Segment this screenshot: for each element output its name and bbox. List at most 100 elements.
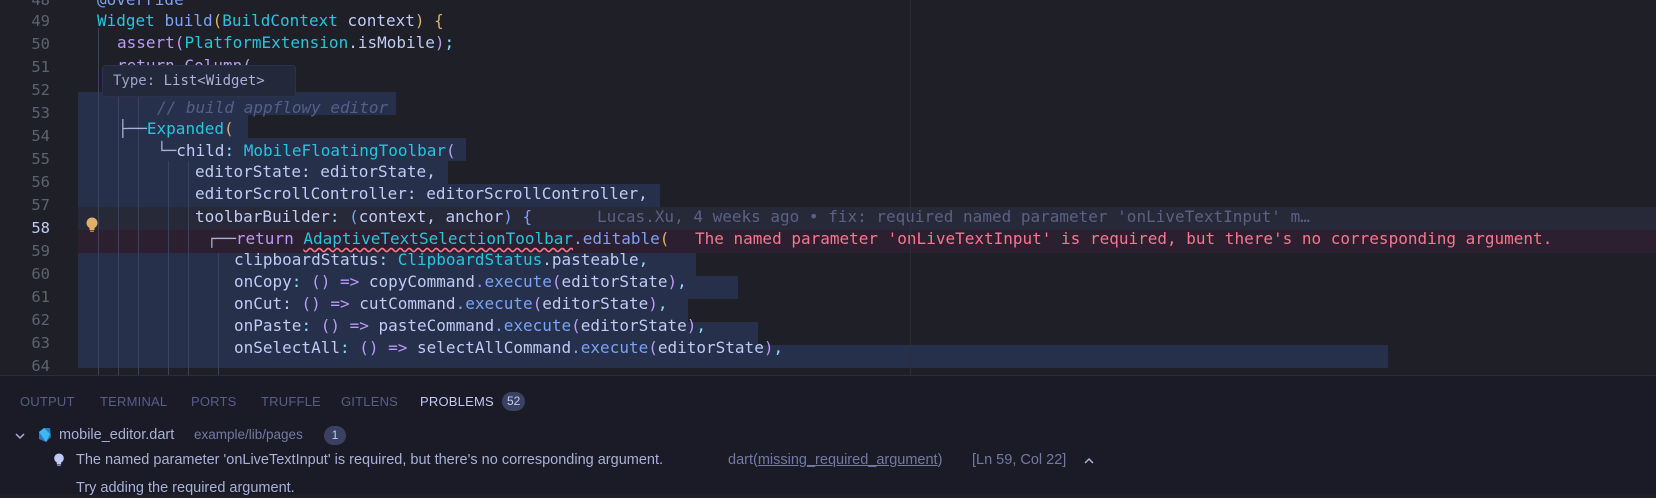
code-line-55[interactable]: └─child: MobileFloatingToolbar( <box>157 139 456 162</box>
code-token: () <box>359 338 379 357</box>
code-token: => <box>330 272 369 291</box>
code-token: editorState <box>657 338 764 357</box>
inline-error-message: The named parameter 'onLiveTextInput' is… <box>695 227 1552 250</box>
line-number: 53 <box>31 104 50 122</box>
code-token: .editable <box>573 229 660 248</box>
code-line-53[interactable]: // build appflowy editor <box>157 96 388 119</box>
code-token: ( <box>223 119 234 138</box>
line-number: 50 <box>31 35 50 53</box>
code-token: assert <box>117 33 175 52</box>
problems-count-badge: 52 <box>502 392 526 411</box>
indent-guide <box>188 161 189 375</box>
code-token: ) <box>686 316 697 335</box>
code-token: ( <box>174 33 185 52</box>
code-line-57[interactable]: editorScrollController: editorScrollCont… <box>195 182 648 205</box>
code-token: => <box>339 316 379 335</box>
code-text: @override <box>97 0 184 9</box>
code-token: => <box>320 294 360 313</box>
indent-guide <box>218 253 219 375</box>
code-token: : <box>301 316 321 335</box>
tooltip-label: Type: <box>113 73 156 89</box>
line-number: 61 <box>31 288 50 306</box>
problem-code-link[interactable]: missing_required_argument <box>758 452 938 468</box>
code-editor[interactable]: 48 49 50 51 52 53 54 55 56 57 58 59 60 6… <box>0 0 1656 375</box>
code-line-58[interactable]: toolbarBuilder: (context, anchor) { <box>195 205 532 228</box>
code-token: ; <box>444 33 455 52</box>
tree-guide: ├── <box>118 119 147 138</box>
code-token: MobileFloatingToolbar <box>243 141 446 160</box>
git-blame-annotation: Lucas.Xu, 4 weeks ago • fix: required na… <box>597 205 1310 228</box>
line-number: 54 <box>31 127 50 145</box>
code-token: ) <box>434 33 445 52</box>
code-token: .execute <box>455 294 533 313</box>
code-line-63[interactable]: onPaste: () => pasteCommand.execute(edit… <box>234 314 706 337</box>
code-token: : <box>224 141 244 160</box>
code-line-49[interactable]: Widget build(BuildContext context) { <box>97 9 444 32</box>
inline-error-text: The named parameter 'onLiveTextInput' is… <box>695 229 1553 248</box>
code-line-56[interactable]: editorState: editorState, <box>195 160 436 183</box>
code-line-62[interactable]: onCut: () => cutCommand.execute(editorSt… <box>234 292 668 315</box>
line-number: 64 <box>31 357 50 375</box>
code-line-60[interactable]: clipboardStatus: ClipboardStatus.pasteab… <box>234 248 648 271</box>
editor-ruler <box>910 0 911 375</box>
tab-problems[interactable]: PROBLEMS <box>420 394 494 409</box>
chevron-down-icon[interactable] <box>14 430 26 442</box>
tab-truffle[interactable]: TRUFFLE <box>261 394 321 409</box>
chevron-up-icon[interactable] <box>1083 455 1095 467</box>
tab-output[interactable]: OUTPUT <box>20 394 75 409</box>
line-number: 56 <box>31 173 50 191</box>
code-token: : <box>339 338 360 357</box>
code-token: : <box>282 294 302 313</box>
dart-file-icon <box>39 428 51 442</box>
problem-file-name: mobile_editor.dart <box>59 427 175 443</box>
code-token: , <box>657 294 668 313</box>
code-token: .execute <box>494 316 572 335</box>
code-token: ( <box>571 316 581 335</box>
code-token: build <box>164 11 213 30</box>
code-token: : <box>329 207 350 226</box>
code-token: PlatformExtension <box>184 33 349 52</box>
code-token: child <box>176 141 225 160</box>
code-line-59[interactable]: ┌──return AdaptiveTextSelectionToolbar.e… <box>207 227 669 250</box>
code-line-61[interactable]: onCopy: () => copyCommand.execute(editor… <box>234 270 687 293</box>
code-token: ( <box>648 338 658 357</box>
problem-source: dart <box>728 452 753 468</box>
file-problem-count-badge: 1 <box>324 426 346 445</box>
tab-gitlens[interactable]: GITLENS <box>341 394 398 409</box>
code-token: cutCommand <box>359 294 456 313</box>
code-token: toolbarBuilder <box>195 207 330 226</box>
code-token: clipboardStatus <box>234 250 379 269</box>
code-token: pasteCommand <box>378 316 495 335</box>
code-text: editorScrollController: editorScrollCont… <box>195 184 648 203</box>
code-line-54[interactable]: ├──Expanded( <box>118 117 234 140</box>
code-token: () <box>301 294 321 313</box>
line-number: 62 <box>31 311 50 329</box>
code-token: => <box>378 338 418 357</box>
code-line-50[interactable]: assert(PlatformExtension.isMobile); <box>117 31 454 54</box>
code-line-64[interactable]: onSelectAll: () => selectAllCommand.exec… <box>234 336 783 359</box>
tab-terminal[interactable]: TERMINAL <box>100 394 167 409</box>
tooltip-type: List<Widget> <box>163 73 265 89</box>
code-token: ( <box>212 11 223 30</box>
indent-guide <box>98 28 99 375</box>
line-number: 59 <box>31 242 50 260</box>
code-token: selectAllCommand <box>417 338 572 357</box>
type-hover-tooltip: Type: List<Widget> <box>102 65 296 97</box>
error-token[interactable]: AdaptiveTextSelectionToolbar <box>303 229 573 248</box>
code-token: , <box>638 250 649 269</box>
lightbulb-icon[interactable] <box>84 216 100 234</box>
tab-ports[interactable]: PORTS <box>191 394 237 409</box>
tree-guide: └─ <box>157 141 177 160</box>
code-token: () <box>311 272 331 291</box>
problem-hint: Try adding the required argument. <box>76 480 295 496</box>
code-token: onPaste <box>234 316 302 335</box>
line-number: 49 <box>31 12 50 30</box>
code-token: : <box>291 272 312 291</box>
code-text: editorState: editorState, <box>195 162 436 181</box>
code-token: Expanded <box>146 119 224 138</box>
code-token: editorState <box>561 272 668 291</box>
lightbulb-icon[interactable] <box>52 452 66 468</box>
line-number: 57 <box>31 196 50 214</box>
code-token: onCut <box>234 294 283 313</box>
code-token: () <box>320 316 340 335</box>
